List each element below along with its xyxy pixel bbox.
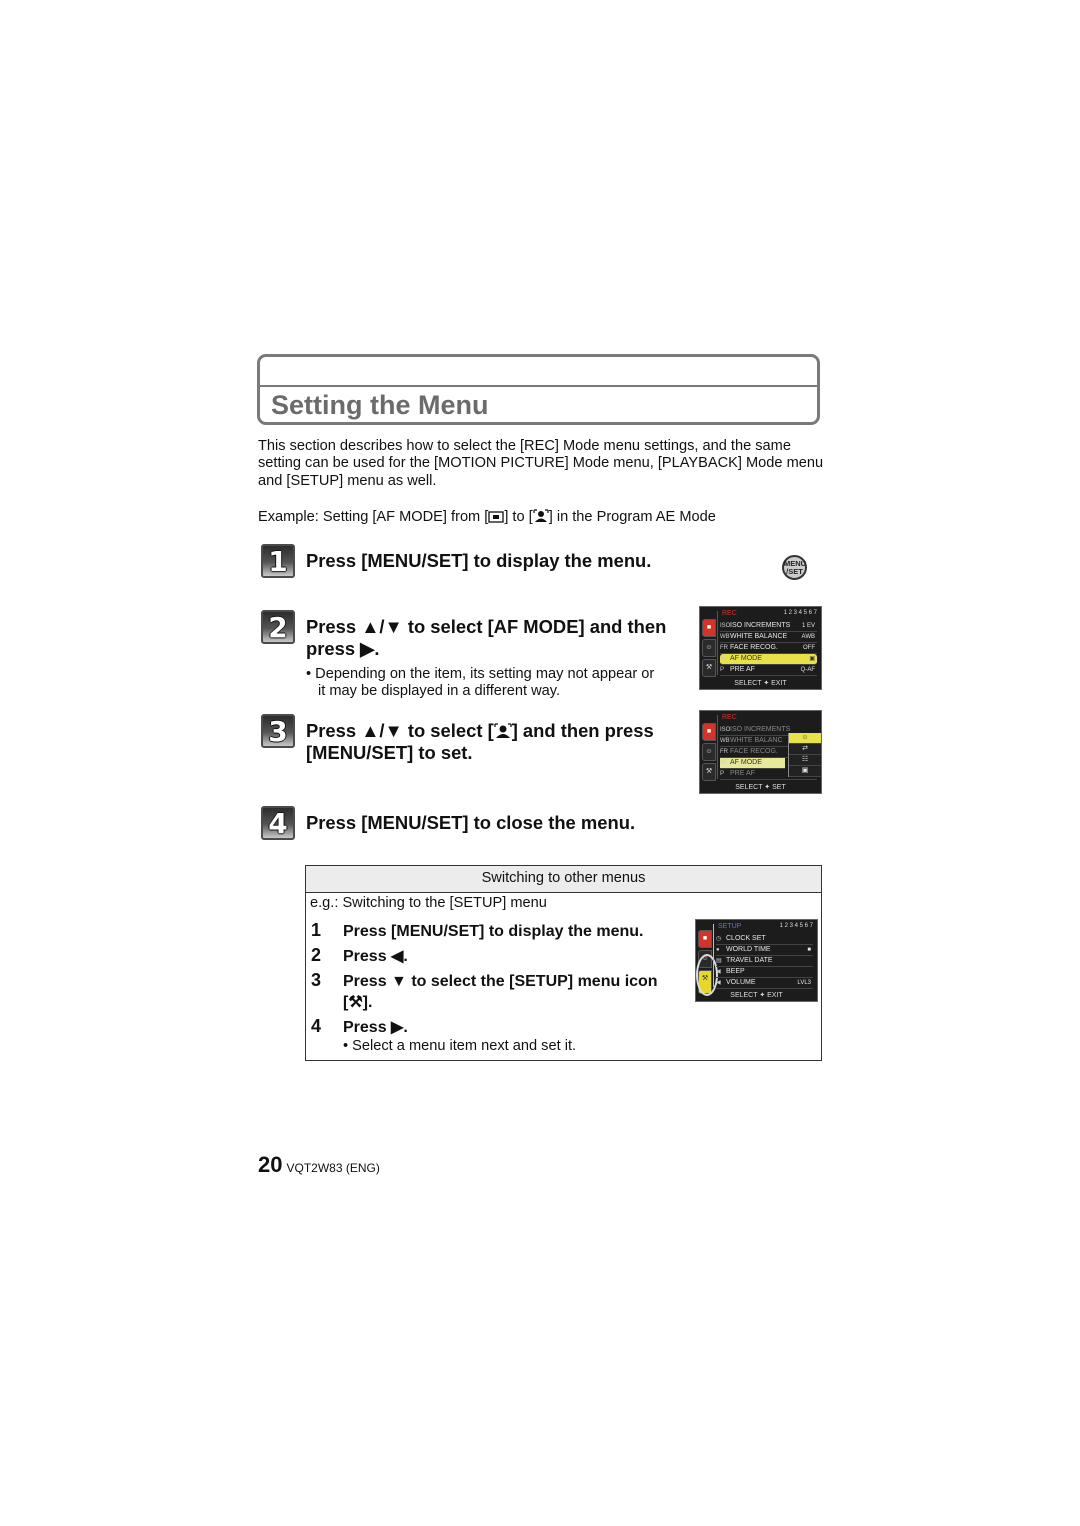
menu-row-pre-af: P PRE AF Q-AF <box>720 665 817 676</box>
switch-step-2: 2 Press ◀. <box>311 945 408 965</box>
menu-set-button-icon: MENU /SET <box>782 555 807 580</box>
menu-row-travel-date: ▤ TRAVEL DATE <box>716 956 813 967</box>
highlight-circle <box>696 954 718 996</box>
menu-footer: SELECT ✦ EXIT <box>734 680 787 687</box>
menu-row-wb: WBWHITE BALANCE AWB <box>720 632 817 643</box>
step-3-text-line2: [MENU/SET] to set. <box>306 742 473 763</box>
setup-tab-icon: ⚒ <box>702 763 716 781</box>
menu-row-af-mode-selected: AF AF MODE <box>720 758 785 769</box>
step-1-text: Press [MENU/SET] to display the menu. <box>306 550 652 571</box>
menu-row-iso: ISOISO INCREMENTS 1 EV <box>720 621 817 632</box>
option-af-tracking: ⇄ <box>789 744 821 755</box>
step-3-text-pre: Press ▲/▼ to select [ <box>306 720 494 741</box>
step-2-note-line1: • Depending on the item, its setting may… <box>306 666 655 682</box>
menu-row-clock-set: ◷ CLOCK SET <box>716 934 813 945</box>
switch-step-3: 3 Press ▼ to select the [SETUP] menu icon <box>311 970 658 990</box>
1-area-af-icon <box>488 511 504 527</box>
step-2-badge: 2 <box>261 610 295 644</box>
face-detection-icon <box>494 722 512 744</box>
menu-mode-label: REC <box>722 714 737 721</box>
menu-tabs: ■ ☺ ⚒ <box>702 619 716 679</box>
section-title-box: Setting the Menu <box>257 354 820 425</box>
option-face-detection: ☺ <box>789 733 821 744</box>
step-2-note-line2: it may be displayed in a different way. <box>318 683 561 699</box>
camera-screen-rec-menu: ■ ☺ ⚒ REC 1 2 3 4 5 6 7 ISOISO INCREMENTS… <box>699 606 822 690</box>
switch-step-4: 4 Press ▶. <box>311 1016 408 1036</box>
face-detection-icon <box>533 509 549 527</box>
menu-row-volume: ◀ VOLUME LVL3 <box>716 978 813 989</box>
step-1-badge: 1 <box>261 544 295 578</box>
menu-row-beep: ◀ BEEP <box>716 967 813 978</box>
menu-footer: SELECT ✦ EXIT <box>730 992 783 999</box>
step-4-badge: 4 <box>261 806 295 840</box>
switching-example: e.g.: Switching to the [SETUP] menu <box>310 895 547 911</box>
menu-page-indicator: 1 2 3 4 5 6 7 <box>783 610 817 616</box>
menu-row-face: FR FACE RECOG. OFF <box>720 643 817 654</box>
camera-screen-af-popup: ■ ☺ ⚒ REC ISOISO INCREMENTS WBWHITE BALA… <box>699 710 822 794</box>
title-divider <box>260 385 817 387</box>
menu-row-af-mode-selected: AF AF MODE ▣ <box>720 654 817 665</box>
face-tab-icon: ☺ <box>702 639 716 657</box>
example-mid: ] to [ <box>504 509 533 525</box>
menu-row-world-time: ● WORLD TIME ■ <box>716 945 813 956</box>
example-prefix: Example: Setting [AF MODE] from [ <box>258 509 489 525</box>
switching-heading: Switching to other menus <box>306 866 821 893</box>
menu-mode-label: SETUP <box>718 923 742 930</box>
rec-tab-icon: ■ <box>702 723 716 741</box>
example-line: Example: Setting [AF MODE] from [ ] to []… <box>258 509 716 527</box>
page-title: Setting the Menu <box>271 390 489 420</box>
document-code: VQT2W83 (ENG) <box>286 1161 380 1175</box>
option-1-area: ▣ <box>789 766 821 777</box>
switching-note: • Select a menu item next and set it. <box>343 1038 577 1054</box>
step-2-text-line2: press ▶. <box>306 638 380 659</box>
step-4-text: Press [MENU/SET] to close the menu. <box>306 812 636 833</box>
page-footer: 20 VQT2W83 (ENG) <box>258 1152 380 1178</box>
step-2-text-line1: Press ▲/▼ to select [AF MODE] and then <box>306 616 667 637</box>
page-number: 20 <box>258 1152 283 1177</box>
step-3-text-post: ] and then press <box>511 720 654 741</box>
face-tab-icon: ☺ <box>702 743 716 761</box>
example-suffix: ] in the Program AE Mode <box>548 509 716 525</box>
camera-screen-setup-menu: ■ ☺ ⚒ SETUP 1 2 3 4 5 6 7 ◷ CLOCK SET ● WOR… <box>695 919 818 1002</box>
menu-mode-label: REC <box>722 610 737 617</box>
step-3-text-line1: Press ▲/▼ to select [ ] and then press <box>306 720 654 744</box>
rec-tab-icon: ■ <box>698 930 712 948</box>
option-multi-area: ☷ <box>789 755 821 766</box>
switch-step-1: 1 Press [MENU/SET] to display the menu. <box>311 920 644 940</box>
setup-tab-icon: ⚒ <box>702 659 716 677</box>
af-mode-options-popup: ☺ ⇄ ☷ ▣ <box>788 733 821 777</box>
switch-step-3-line2: [⚒]. <box>343 994 373 1011</box>
step-3-badge: 3 <box>261 714 295 748</box>
intro-paragraph: This section describes how to select the… <box>258 438 824 489</box>
menu-page-indicator: 1 2 3 4 5 6 7 <box>779 923 813 929</box>
rec-tab-icon: ■ <box>702 619 716 637</box>
menu-footer: SELECT ✦ SET <box>735 784 786 791</box>
